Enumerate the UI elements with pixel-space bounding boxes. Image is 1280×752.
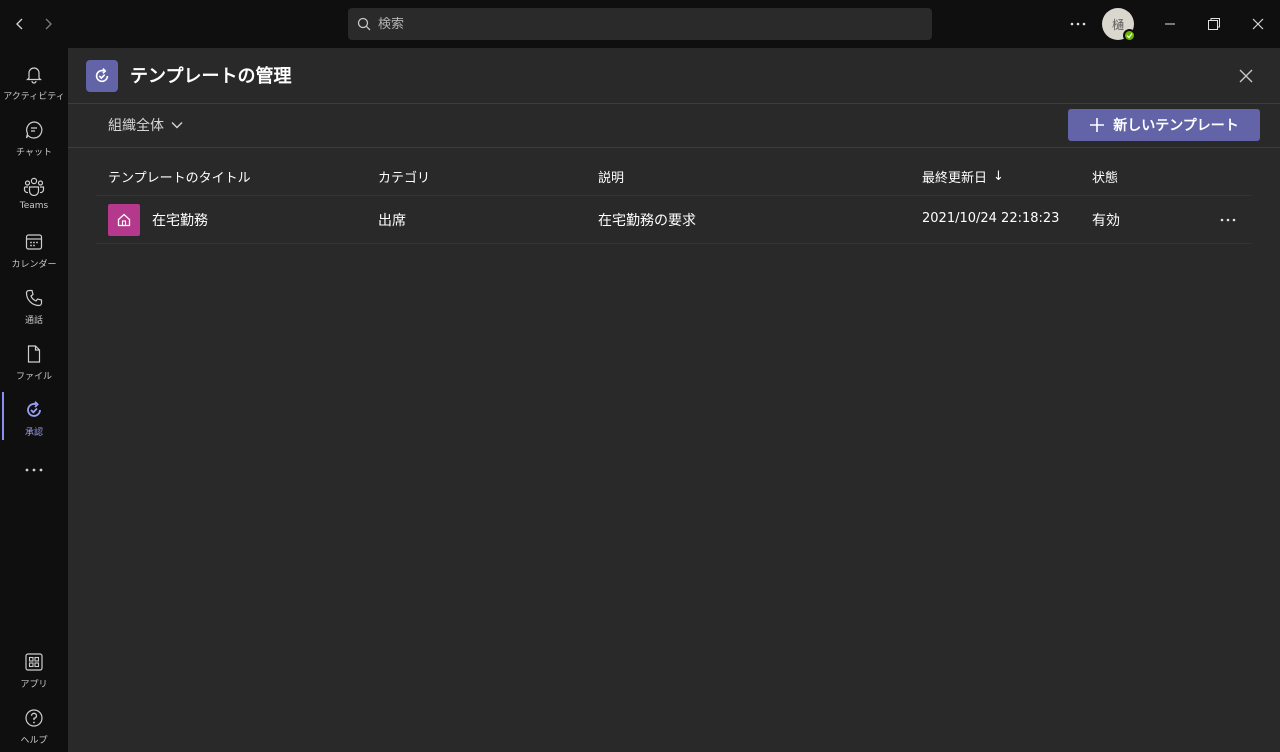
templates-table: テンプレートのタイトル カテゴリ 説明 最終更新日 ↓ 状態 在宅勤務 出席 在… <box>96 148 1252 244</box>
avatar-initial: 樋 <box>1111 17 1124 32</box>
column-header-updated[interactable]: 最終更新日 ↓ <box>922 167 1004 186</box>
search-bar[interactable] <box>348 8 932 40</box>
scope-label: 組織全体 <box>108 118 164 134</box>
rail-item-apps[interactable]: アプリ <box>0 644 68 696</box>
chevron-down-icon <box>170 117 186 133</box>
table-header: テンプレートのタイトル カテゴリ 説明 最終更新日 ↓ 状態 <box>96 148 1252 196</box>
chat-icon <box>22 118 46 142</box>
rail-item-calls[interactable]: 通話 <box>0 280 68 332</box>
rail-item-files[interactable]: ファイル <box>0 336 68 388</box>
search-input[interactable] <box>378 16 898 32</box>
rail-label-calendar: カレンダー <box>11 260 57 270</box>
rail-label-apps: アプリ <box>20 680 48 690</box>
sort-descending-icon: ↓ <box>993 169 1004 184</box>
forward-arrow-icon[interactable] <box>36 12 60 36</box>
bell-icon <box>22 62 46 86</box>
more-options-icon[interactable] <box>1062 8 1094 40</box>
search-icon <box>356 16 372 32</box>
rail-item-help[interactable]: ヘルプ <box>0 700 68 752</box>
template-updated: 2021/10/24 22:18:23 <box>922 211 1060 226</box>
scope-dropdown[interactable]: 組織全体 <box>108 115 186 135</box>
rail-label-help: ヘルプ <box>20 736 48 746</box>
avatar[interactable]: 樋 <box>1102 8 1136 42</box>
rail-item-calendar[interactable]: カレンダー <box>0 224 68 276</box>
file-icon <box>22 342 46 366</box>
window-close-icon[interactable] <box>1242 8 1274 40</box>
template-description: 在宅勤務の要求 <box>598 213 696 229</box>
rail-item-teams[interactable]: Teams <box>0 168 68 220</box>
plus-icon <box>1089 117 1105 133</box>
rail-label-chat: チャット <box>16 148 52 158</box>
more-icon <box>22 458 46 482</box>
app-rail: アクティビティ チャット Teams カレンダー 通話 ファイル 承認 アプリ … <box>0 48 68 752</box>
template-title[interactable]: 在宅勤務 <box>152 210 208 230</box>
toolbar: 組織全体 新しいテンプレート <box>68 105 1280 148</box>
minimize-icon[interactable] <box>1154 8 1186 40</box>
rail-label-calls: 通話 <box>24 316 43 326</box>
column-header-status[interactable]: 状態 <box>1092 167 1118 186</box>
home-icon <box>108 204 140 236</box>
rail-label-activity: アクティビティ <box>3 92 65 102</box>
approvals-app-icon <box>86 60 118 92</box>
rail-item-activity[interactable]: アクティビティ <box>0 56 68 108</box>
approvals-icon <box>22 398 46 422</box>
rail-label-files: ファイル <box>15 372 52 382</box>
column-header-category[interactable]: カテゴリ <box>378 167 430 186</box>
restore-icon[interactable] <box>1198 8 1230 40</box>
rail-item-approvals[interactable]: 承認 <box>0 392 68 444</box>
presence-available-icon <box>1123 29 1136 42</box>
teams-icon <box>22 174 46 198</box>
column-header-description[interactable]: 説明 <box>598 167 624 186</box>
phone-icon <box>22 286 46 310</box>
template-category: 出席 <box>378 213 406 229</box>
column-header-updated-label: 最終更新日 <box>922 171 988 186</box>
help-icon <box>22 706 46 730</box>
main-panel: テンプレートの管理 組織全体 新しいテンプレート テンプレートのタイトル カテゴ… <box>68 48 1280 752</box>
column-header-title[interactable]: テンプレートのタイトル <box>108 167 251 186</box>
row-more-options-icon[interactable] <box>1216 208 1240 232</box>
table-row[interactable]: 在宅勤務 出席 在宅勤務の要求 2021/10/24 22:18:23 有効 <box>96 196 1252 244</box>
page-title: テンプレートの管理 <box>130 66 292 87</box>
panel-header: テンプレートの管理 <box>68 48 1280 104</box>
title-bar: 樋 <box>0 0 1280 48</box>
rail-label-teams: Teams <box>19 201 49 211</box>
close-icon[interactable] <box>1234 64 1258 88</box>
apps-grid-icon <box>22 650 46 674</box>
new-template-label: 新しいテンプレート <box>1113 118 1239 134</box>
back-arrow-icon[interactable] <box>8 12 32 36</box>
new-template-button[interactable]: 新しいテンプレート <box>1068 109 1260 141</box>
rail-label-approvals: 承認 <box>24 428 43 438</box>
template-status: 有効 <box>1092 213 1120 229</box>
rail-item-chat[interactable]: チャット <box>0 112 68 164</box>
calendar-icon <box>22 230 46 254</box>
rail-more-apps[interactable] <box>0 452 68 484</box>
